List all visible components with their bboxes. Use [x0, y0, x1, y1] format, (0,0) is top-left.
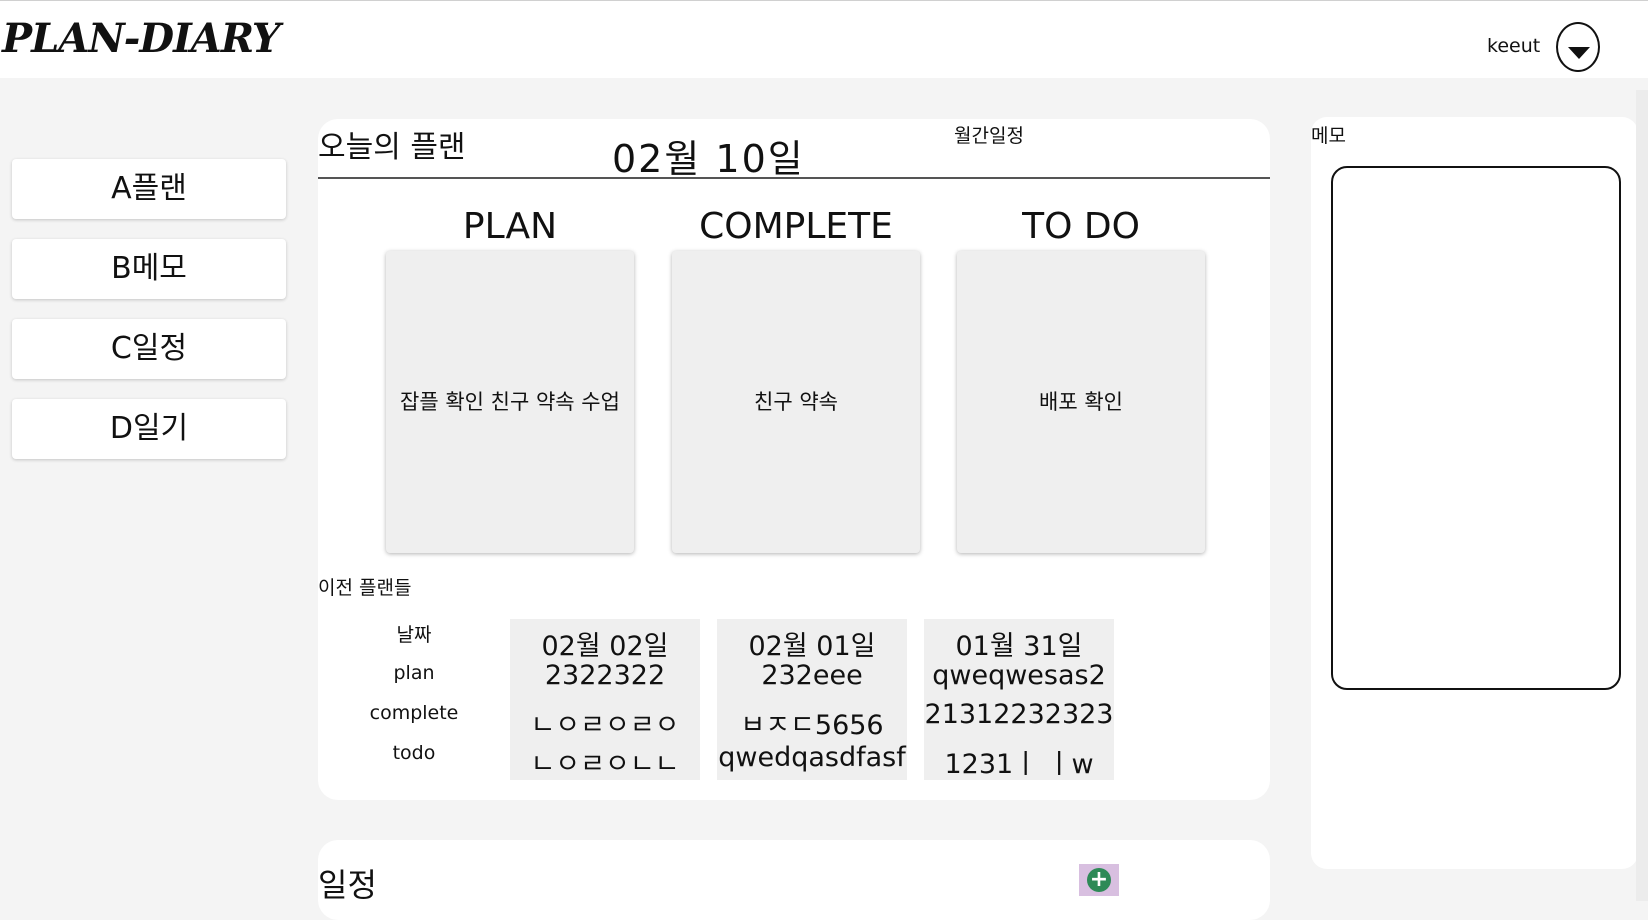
- row-label-todo: todo: [392, 742, 436, 764]
- row-label-date: 날짜: [396, 624, 432, 646]
- sidebar-item-schedule[interactable]: C일정: [12, 319, 286, 379]
- entry-date: 02월 01일: [748, 631, 876, 662]
- user-menu-button[interactable]: [1556, 22, 1600, 72]
- entry-date: 01월 31일: [955, 631, 1083, 662]
- add-schedule-button[interactable]: +: [1079, 864, 1119, 896]
- title-divider: [318, 177, 1270, 179]
- memo-textarea[interactable]: [1331, 166, 1621, 690]
- plan-box-text: 잡플 확인 친구 약속 수업: [400, 389, 620, 414]
- entry-complete: ㅂㅈㄷ5656: [740, 710, 884, 741]
- row-label-complete: complete: [369, 702, 459, 724]
- plan-column-title: PLAN: [462, 206, 558, 247]
- plan-box[interactable]: 잡플 확인 친구 약속 수업: [386, 251, 634, 553]
- complete-box-text: 친구 약속: [754, 389, 838, 414]
- complete-box[interactable]: 친구 약속: [672, 251, 920, 553]
- monthly-schedule-link[interactable]: 월간일정: [954, 121, 1024, 148]
- row-label-plan: plan: [393, 662, 435, 684]
- sidebar-item-plan[interactable]: A플랜: [12, 159, 286, 219]
- schedule-card: [318, 840, 1270, 920]
- today-plan-title: 오늘의 플랜: [318, 130, 466, 165]
- entry-todo: qwedqasdfasf: [718, 742, 906, 773]
- plus-circle-icon: +: [1087, 868, 1111, 892]
- entry-complete: ㄴㅇㄹㅇㄹㅇ: [530, 710, 680, 741]
- entry-plan: 232eee: [761, 660, 863, 691]
- previous-plan-entry[interactable]: 02월 02일 2322322 ㄴㅇㄹㅇㄹㅇ ㄴㅇㄹㅇㄴㄴ: [510, 619, 700, 780]
- memo-label: 메모: [1311, 125, 1346, 147]
- todo-box-text: 배포 확인: [1039, 389, 1123, 414]
- todo-box[interactable]: 배포 확인: [957, 251, 1205, 553]
- chevron-down-icon: [1568, 47, 1590, 59]
- app-header: PLAN-DIARY keeut: [0, 0, 1648, 78]
- schedule-title: 일정: [318, 866, 377, 904]
- entry-plan: qweqwesas2: [932, 660, 1106, 691]
- today-date: 02월 10일: [612, 137, 805, 181]
- sidebar-item-memo[interactable]: B메모: [12, 239, 286, 299]
- app-logo[interactable]: PLAN-DIARY: [2, 15, 280, 62]
- entry-plan: 2322322: [544, 660, 666, 691]
- complete-column-title: COMPLETE: [699, 206, 893, 247]
- scrollbar[interactable]: [1636, 90, 1648, 901]
- entry-todo: 1231ㅣ ㅣw: [944, 749, 1094, 780]
- entry-todo: ㄴㅇㄹㅇㄴㄴ: [530, 749, 680, 780]
- previous-plan-entry[interactable]: 02월 01일 232eee ㅂㅈㄷ5656 qwedqasdfasf: [717, 619, 907, 780]
- previous-plans-title: 이전 플랜들: [318, 577, 412, 599]
- sidebar-item-diary[interactable]: D일기: [12, 399, 286, 459]
- username: keeut: [1487, 35, 1541, 57]
- entry-date: 02월 02일: [541, 631, 669, 662]
- todo-column-title: TO DO: [1022, 206, 1140, 247]
- entry-complete: 21312232323: [924, 699, 1114, 730]
- previous-plan-entry[interactable]: 01월 31일 qweqwesas2 21312232323 1231ㅣ ㅣw: [924, 619, 1114, 780]
